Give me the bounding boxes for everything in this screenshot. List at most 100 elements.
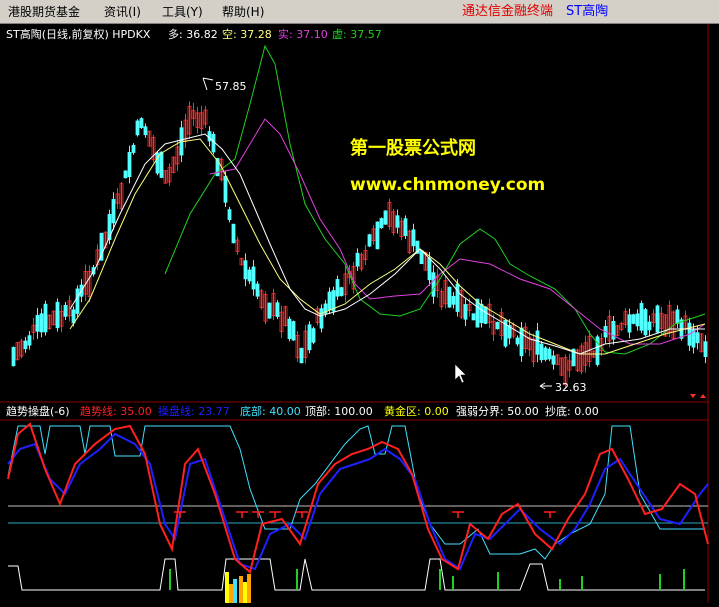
- candle-body: [335, 279, 340, 297]
- candle-body: [55, 301, 60, 329]
- candle-body: [535, 330, 540, 355]
- legend-golden-zone: 黄金区: 0.00: [384, 404, 449, 418]
- candle-body: [131, 144, 136, 153]
- candle-body: [291, 321, 296, 341]
- legend-kong: 空: 37.28: [222, 27, 272, 41]
- candle-body: [75, 288, 80, 314]
- legend-top: 顶部: 100.00: [305, 404, 373, 418]
- price-panel-title: ST高陶(日线,前复权) HPDKX: [6, 27, 151, 41]
- candle-body: [223, 175, 228, 203]
- candle-body: [275, 302, 280, 317]
- candle-body: [455, 283, 460, 312]
- signal-bar: [247, 574, 251, 603]
- candle-body: [123, 170, 128, 179]
- candle-body: [427, 257, 432, 281]
- candle-body: [111, 199, 116, 224]
- app-brand-title: 通达信金融终端: [462, 4, 554, 19]
- candle-body: [159, 151, 164, 178]
- candle-body: [495, 321, 500, 330]
- candle-body: [339, 287, 344, 297]
- candle-body: [515, 337, 520, 345]
- candle-body: [543, 347, 548, 360]
- candle-body: [367, 234, 372, 247]
- high-price-marker: 57.85: [215, 80, 247, 93]
- candle-body: [483, 306, 488, 324]
- candle-body: [63, 305, 68, 317]
- watermark-site-name: 第一股票公式网: [350, 137, 476, 159]
- candle-body: [135, 120, 140, 136]
- candle-body: [463, 304, 468, 320]
- legend-xu: 虚: 37.57: [332, 28, 382, 41]
- candle-body: [231, 223, 236, 244]
- candle-body: [23, 340, 28, 350]
- candle-body: [243, 260, 248, 280]
- legend-operate-line: 操盘线: 23.77: [158, 404, 230, 418]
- menu-item-hk-futures-funds[interactable]: 港股期货基金: [8, 0, 80, 24]
- candle-body: [251, 266, 256, 290]
- candle-body: [127, 151, 132, 178]
- menu-item-news[interactable]: 资讯(I): [104, 0, 141, 24]
- candle-body: [643, 309, 648, 336]
- signal-bar: [243, 582, 247, 603]
- indicator-panel-title: 趋势操盘(-6): [6, 404, 70, 418]
- candle-body: [635, 313, 640, 327]
- candle-body: [639, 303, 644, 331]
- candle-body: [287, 318, 292, 339]
- signal-bar: [225, 572, 229, 603]
- candle-body: [403, 218, 408, 237]
- candle-body: [143, 126, 148, 136]
- legend-bottom-fishing: 抄底: 0.00: [545, 404, 599, 418]
- candle-body: [471, 313, 476, 321]
- candle-body: [411, 229, 416, 247]
- candle-body: [675, 309, 680, 324]
- menu-item-tools[interactable]: 工具(Y): [162, 0, 203, 24]
- candle-body: [11, 346, 16, 367]
- candle-body: [547, 348, 552, 360]
- candle-body: [355, 252, 360, 267]
- candle-body: [551, 355, 556, 365]
- candle-body: [307, 324, 312, 351]
- candle-body: [43, 303, 48, 333]
- legend-duo: 多: 36.82: [168, 27, 218, 41]
- candle-body: [375, 221, 380, 250]
- watermark-url: www.chnmoney.com: [350, 175, 545, 195]
- candle-body: [479, 303, 484, 324]
- menu-item-help[interactable]: 帮助(H): [222, 0, 264, 24]
- candle-body: [395, 215, 400, 228]
- candle-body: [419, 250, 424, 265]
- candle-body: [431, 272, 436, 297]
- candle-body: [451, 295, 456, 305]
- candle-body: [27, 335, 32, 346]
- candle-body: [299, 347, 304, 364]
- candle-body: [695, 332, 700, 344]
- candle-body: [227, 209, 232, 220]
- stock-name-label: ST高陶: [566, 4, 609, 19]
- candle-body: [139, 118, 144, 128]
- legend-strength-divide: 强弱分界: 50.00: [456, 405, 539, 418]
- signal-bar: [233, 579, 237, 603]
- candle-body: [383, 210, 388, 225]
- chart-area: ST高陶(日线,前复权) HPDKX 多: 36.82 空: 37.28 实: …: [0, 24, 719, 603]
- candle-body: [267, 302, 272, 319]
- candle-body: [255, 283, 260, 297]
- candle-body: [327, 291, 332, 310]
- candle-body: [631, 314, 636, 324]
- low-price-marker: 32.63: [555, 381, 587, 394]
- candle-body: [35, 315, 40, 332]
- legend-bottom: 底部: 40.00: [240, 404, 301, 418]
- signal-bar: [229, 584, 233, 603]
- candle-body: [319, 308, 324, 329]
- candle-body: [211, 133, 216, 153]
- candle-body: [539, 343, 544, 361]
- candle-body: [447, 286, 452, 308]
- legend-shi: 实: 37.10: [278, 27, 328, 41]
- candle-body: [655, 305, 660, 333]
- candle-body: [311, 328, 316, 343]
- menu-bar: 港股期货基金 资讯(I) 工具(Y) 帮助(H) 通达信金融终端 ST高陶: [0, 0, 719, 24]
- candle-body: [627, 314, 632, 333]
- candle-body: [247, 269, 252, 282]
- candle-body: [379, 218, 384, 229]
- candle-body: [39, 313, 44, 333]
- legend-trend-line: 趋势线: 35.00: [80, 404, 152, 418]
- candle-body: [647, 321, 652, 331]
